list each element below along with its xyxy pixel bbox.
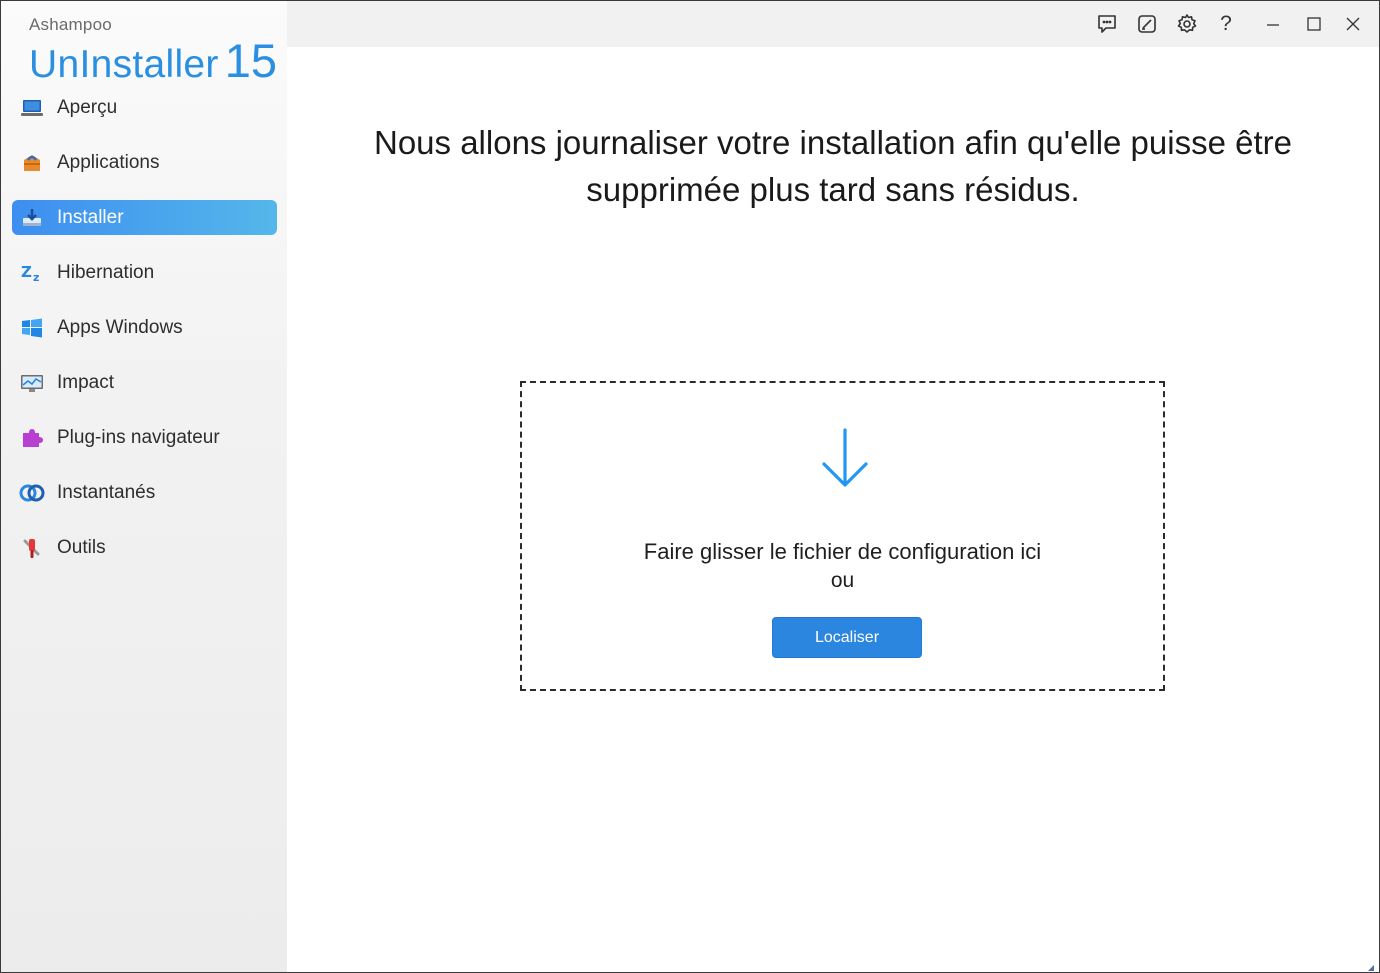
install-download-icon [19, 207, 45, 229]
sidebar-item-label: Applications [57, 151, 160, 173]
package-icon [19, 152, 45, 174]
sidebar-item-apps-windows[interactable]: Apps Windows [12, 310, 277, 345]
app-window: Ashampoo UnInstaller 15 Aperçu Applicatio… [0, 0, 1380, 973]
sidebar-item-label: Hibernation [57, 261, 155, 283]
brand-product-name: UnInstaller [29, 43, 219, 86]
title-bar: ? [287, 1, 1379, 47]
sidebar-item-plugins-navigateur[interactable]: Plug-ins navigateur [12, 420, 277, 455]
brand-company: Ashampoo [29, 15, 112, 34]
sidebar-item-label: Instantanés [57, 481, 156, 503]
laptop-icon [19, 97, 45, 119]
brand-version: 15 [224, 34, 277, 87]
drop-or-label: ou [830, 569, 855, 592]
sidebar-item-impact[interactable]: Impact [12, 365, 277, 400]
sidebar-item-label: Plug-ins navigateur [57, 426, 220, 448]
page-headline: Nous allons journaliser votre installati… [374, 124, 1292, 208]
sidebar-item-hibernation[interactable]: Zz Hibernation [12, 255, 277, 290]
tools-icon [19, 537, 45, 559]
arrow-down-icon [821, 427, 869, 491]
brand-product: UnInstaller 15 [29, 33, 277, 88]
edit-note-icon[interactable] [1134, 11, 1160, 37]
sidebar-nav: Aperçu Applications Installer Zz Hiberna… [12, 90, 277, 585]
svg-text:z: z [33, 271, 39, 284]
sidebar-item-label: Apps Windows [57, 316, 183, 338]
close-icon[interactable] [1340, 11, 1366, 37]
resize-grip-icon[interactable] [1365, 959, 1375, 971]
sidebar-item-instantanes[interactable]: Instantanés [12, 475, 277, 510]
sidebar-item-installer[interactable]: Installer [12, 200, 277, 235]
sidebar-item-outils[interactable]: Outils [12, 530, 277, 565]
locate-button[interactable]: Localiser [772, 617, 922, 658]
sidebar-item-label: Aperçu [57, 96, 118, 118]
sidebar: Ashampoo UnInstaller 15 Aperçu Applicatio… [1, 1, 287, 972]
drop-instructions: Faire glisser le fichier de configuratio… [643, 539, 1042, 564]
brand-logo: Ashampoo UnInstaller 15 [29, 15, 277, 88]
sidebar-item-label: Installer [57, 206, 124, 228]
help-icon[interactable]: ? [1213, 11, 1239, 37]
feedback-icon[interactable] [1094, 11, 1120, 37]
maximize-icon[interactable] [1301, 11, 1327, 37]
svg-text:Z: Z [21, 263, 32, 281]
minimize-icon[interactable] [1260, 11, 1286, 37]
sidebar-item-label: Outils [57, 536, 106, 558]
puzzle-plugin-icon [19, 427, 45, 449]
file-drop-zone[interactable]: Faire glisser le fichier de configuratio… [520, 381, 1165, 691]
settings-gear-icon[interactable] [1174, 11, 1200, 37]
sidebar-item-apercu[interactable]: Aperçu [12, 90, 277, 125]
sidebar-item-applications[interactable]: Applications [12, 145, 277, 180]
sidebar-item-label: Impact [57, 371, 115, 393]
monitor-chart-icon [19, 372, 45, 394]
sleep-zz-icon: Zz [19, 262, 45, 284]
windows-logo-icon [19, 317, 45, 339]
snapshot-rings-icon [19, 482, 45, 504]
